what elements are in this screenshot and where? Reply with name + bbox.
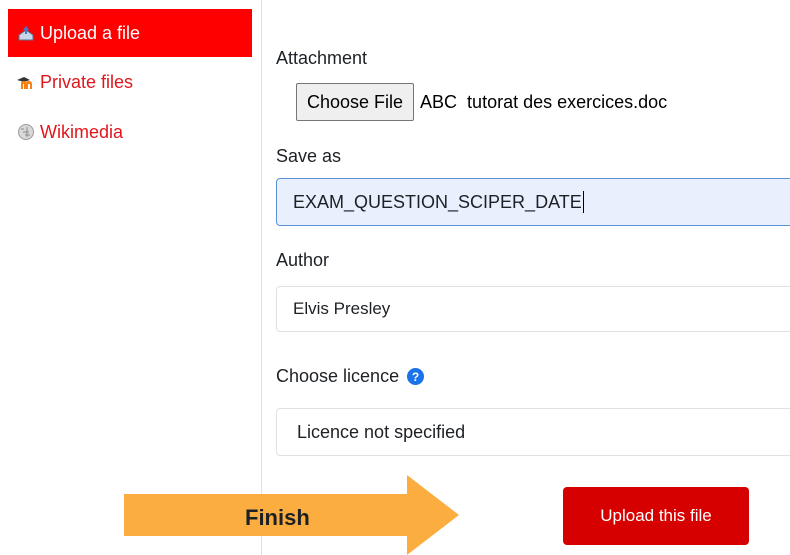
upload-this-file-button[interactable]: Upload this file (563, 487, 749, 545)
save-as-value: EXAM_QUESTION_SCIPER_DATE (293, 191, 582, 212)
licence-select[interactable]: Licence not specified (276, 408, 790, 456)
save-as-input[interactable]: EXAM_QUESTION_SCIPER_DATE (276, 178, 790, 226)
attachment-label: Attachment (276, 48, 368, 68)
file-picker-dialog: Upload a file Private files Wikimedia At… (0, 0, 790, 555)
finish-label: Finish (245, 505, 310, 530)
author-value: Elvis Presley (293, 299, 391, 318)
author-input[interactable]: Elvis Presley (276, 286, 790, 332)
save-as-label: Save as (276, 146, 342, 166)
chosen-file-name: ABC tutorat des exercices.doc (420, 91, 668, 112)
help-icon[interactable]: ? (407, 368, 425, 385)
licence-label-row: Choose licence ? (276, 366, 425, 387)
wikimedia-icon (16, 122, 36, 142)
sidebar-item-label: Wikimedia (40, 121, 124, 142)
choose-licence-label: Choose licence (276, 366, 400, 386)
moodle-icon (16, 72, 36, 92)
text-caret (582, 191, 584, 213)
sidebar-item-upload-a-file[interactable]: Upload a file (8, 9, 252, 57)
repository-sidebar: Upload a file Private files Wikimedia (0, 0, 262, 555)
upload-icon (16, 23, 36, 43)
sidebar-item-label: Upload a file (40, 22, 141, 43)
file-chooser: Choose File ABC tutorat des exercices.do… (296, 83, 667, 121)
sidebar-item-wikimedia[interactable]: Wikimedia (8, 108, 252, 156)
sidebar-item-label: Private files (40, 71, 134, 92)
sidebar-item-private-files[interactable]: Private files (8, 58, 252, 106)
author-label: Author (276, 250, 330, 270)
choose-file-button[interactable]: Choose File (296, 83, 415, 121)
licence-selected-value: Licence not specified (297, 421, 466, 442)
